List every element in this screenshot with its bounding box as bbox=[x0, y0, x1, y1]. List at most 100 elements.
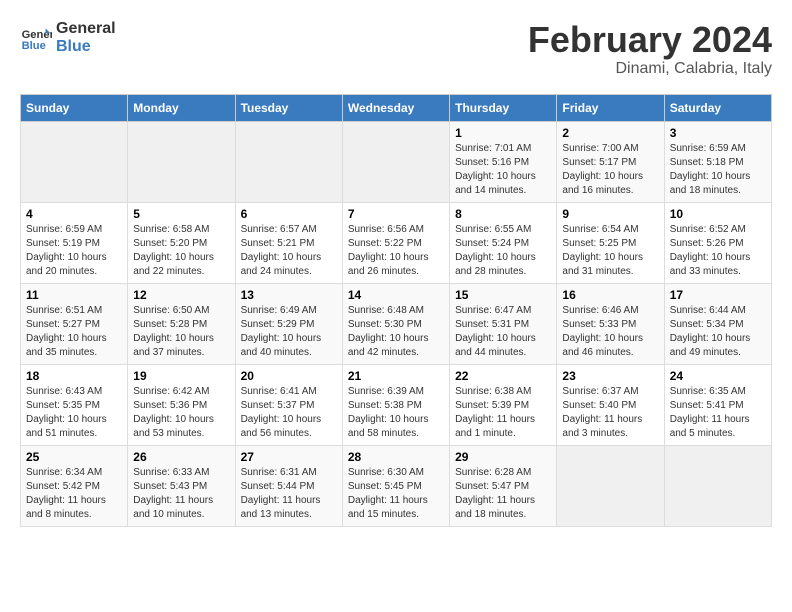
weekday-header-saturday: Saturday bbox=[664, 94, 771, 121]
calendar-cell: 6 Sunrise: 6:57 AM Sunset: 5:21 PM Daylig… bbox=[235, 202, 342, 283]
calendar-cell: 13Sunrise: 6:49 AM Sunset: 5:29 PM Dayli… bbox=[235, 283, 342, 364]
day-info: Sunrise: 6:28 AM Sunset: 5:47 PM Dayligh… bbox=[455, 466, 551, 522]
day-number: 16 bbox=[562, 288, 658, 302]
calendar-cell: 10Sunrise: 6:52 AM Sunset: 5:26 PM Dayli… bbox=[664, 202, 771, 283]
subtitle: Dinami, Calabria, Italy bbox=[528, 60, 772, 78]
day-number: 6 bbox=[241, 207, 337, 221]
day-info: Sunrise: 6:54 AM Sunset: 5:25 PM Dayligh… bbox=[562, 223, 658, 279]
logo-icon: General Blue bbox=[20, 22, 52, 54]
calendar-cell: 22 Sunrise: 6:38 AM Sunset: 5:39 PM Dayli… bbox=[450, 364, 557, 445]
calendar-cell: 26 Sunrise: 6:33 AM Sunset: 5:43 PM Dayli… bbox=[128, 445, 235, 526]
day-info: Sunrise: 7:00 AM Sunset: 5:17 PM Dayligh… bbox=[562, 142, 658, 198]
calendar-cell: 8 Sunrise: 6:55 AM Sunset: 5:24 PM Daylig… bbox=[450, 202, 557, 283]
calendar-body: 1 Sunrise: 7:01 AM Sunset: 5:16 PM Daylig… bbox=[21, 121, 772, 526]
day-number: 9 bbox=[562, 207, 658, 221]
calendar-week-4: 18 Sunrise: 6:43 AM Sunset: 5:35 PM Dayli… bbox=[21, 364, 772, 445]
day-info: Sunrise: 6:48 AM Sunset: 5:30 PM Dayligh… bbox=[348, 304, 444, 360]
day-number: 12 bbox=[133, 288, 229, 302]
calendar-table: SundayMondayTuesdayWednesdayThursdayFrid… bbox=[20, 94, 772, 527]
day-number: 24 bbox=[670, 369, 766, 383]
main-title: February 2024 bbox=[528, 20, 772, 60]
calendar-cell: 29 Sunrise: 6:28 AM Sunset: 5:47 PM Dayli… bbox=[450, 445, 557, 526]
calendar-cell bbox=[664, 445, 771, 526]
day-info: Sunrise: 6:44 AM Sunset: 5:34 PM Dayligh… bbox=[670, 304, 766, 360]
calendar-cell bbox=[235, 121, 342, 202]
day-number: 17 bbox=[670, 288, 766, 302]
day-number: 1 bbox=[455, 126, 551, 140]
day-number: 4 bbox=[26, 207, 122, 221]
logo-blue: Blue bbox=[56, 38, 116, 56]
calendar-cell: 19 Sunrise: 6:42 AM Sunset: 5:36 PM Dayli… bbox=[128, 364, 235, 445]
weekday-header-friday: Friday bbox=[557, 94, 664, 121]
day-number: 20 bbox=[241, 369, 337, 383]
title-block: February 2024 Dinami, Calabria, Italy bbox=[528, 20, 772, 78]
day-number: 11 bbox=[26, 288, 122, 302]
day-number: 27 bbox=[241, 450, 337, 464]
day-number: 13 bbox=[241, 288, 337, 302]
calendar-cell: 24 Sunrise: 6:35 AM Sunset: 5:41 PM Dayli… bbox=[664, 364, 771, 445]
calendar-cell: 2 Sunrise: 7:00 AM Sunset: 5:17 PM Daylig… bbox=[557, 121, 664, 202]
calendar-week-3: 11 Sunrise: 6:51 AM Sunset: 5:27 PM Dayli… bbox=[21, 283, 772, 364]
day-info: Sunrise: 6:35 AM Sunset: 5:41 PM Dayligh… bbox=[670, 385, 766, 441]
day-info: Sunrise: 6:57 AM Sunset: 5:21 PM Dayligh… bbox=[241, 223, 337, 279]
day-info: Sunrise: 6:31 AM Sunset: 5:44 PM Dayligh… bbox=[241, 466, 337, 522]
logo-general: General bbox=[56, 20, 116, 38]
day-info: Sunrise: 6:30 AM Sunset: 5:45 PM Dayligh… bbox=[348, 466, 444, 522]
calendar-cell: 18 Sunrise: 6:43 AM Sunset: 5:35 PM Dayli… bbox=[21, 364, 128, 445]
day-number: 14 bbox=[348, 288, 444, 302]
day-number: 3 bbox=[670, 126, 766, 140]
day-number: 18 bbox=[26, 369, 122, 383]
weekday-header-tuesday: Tuesday bbox=[235, 94, 342, 121]
calendar-cell: 25 Sunrise: 6:34 AM Sunset: 5:42 PM Dayli… bbox=[21, 445, 128, 526]
day-number: 22 bbox=[455, 369, 551, 383]
day-number: 19 bbox=[133, 369, 229, 383]
calendar-cell: 27 Sunrise: 6:31 AM Sunset: 5:44 PM Dayli… bbox=[235, 445, 342, 526]
day-info: Sunrise: 7:01 AM Sunset: 5:16 PM Dayligh… bbox=[455, 142, 551, 198]
day-number: 21 bbox=[348, 369, 444, 383]
day-number: 23 bbox=[562, 369, 658, 383]
day-info: Sunrise: 6:46 AM Sunset: 5:33 PM Dayligh… bbox=[562, 304, 658, 360]
day-info: Sunrise: 6:33 AM Sunset: 5:43 PM Dayligh… bbox=[133, 466, 229, 522]
calendar-cell: 1 Sunrise: 7:01 AM Sunset: 5:16 PM Daylig… bbox=[450, 121, 557, 202]
day-number: 28 bbox=[348, 450, 444, 464]
weekday-header-sunday: Sunday bbox=[21, 94, 128, 121]
calendar-week-5: 25 Sunrise: 6:34 AM Sunset: 5:42 PM Dayli… bbox=[21, 445, 772, 526]
day-number: 29 bbox=[455, 450, 551, 464]
calendar-week-1: 1 Sunrise: 7:01 AM Sunset: 5:16 PM Daylig… bbox=[21, 121, 772, 202]
calendar-cell: 23 Sunrise: 6:37 AM Sunset: 5:40 PM Dayli… bbox=[557, 364, 664, 445]
day-info: Sunrise: 6:56 AM Sunset: 5:22 PM Dayligh… bbox=[348, 223, 444, 279]
day-info: Sunrise: 6:55 AM Sunset: 5:24 PM Dayligh… bbox=[455, 223, 551, 279]
day-info: Sunrise: 6:47 AM Sunset: 5:31 PM Dayligh… bbox=[455, 304, 551, 360]
calendar-week-2: 4 Sunrise: 6:59 AM Sunset: 5:19 PM Daylig… bbox=[21, 202, 772, 283]
calendar-cell: 21Sunrise: 6:39 AM Sunset: 5:38 PM Dayli… bbox=[342, 364, 449, 445]
calendar-cell: 15 Sunrise: 6:47 AM Sunset: 5:31 PM Dayli… bbox=[450, 283, 557, 364]
day-info: Sunrise: 6:34 AM Sunset: 5:42 PM Dayligh… bbox=[26, 466, 122, 522]
day-number: 2 bbox=[562, 126, 658, 140]
svg-text:Blue: Blue bbox=[22, 40, 46, 52]
day-info: Sunrise: 6:59 AM Sunset: 5:19 PM Dayligh… bbox=[26, 223, 122, 279]
weekday-header-row: SundayMondayTuesdayWednesdayThursdayFrid… bbox=[21, 94, 772, 121]
calendar-cell: 28 Sunrise: 6:30 AM Sunset: 5:45 PM Dayli… bbox=[342, 445, 449, 526]
calendar-cell: 14 Sunrise: 6:48 AM Sunset: 5:30 PM Dayli… bbox=[342, 283, 449, 364]
day-info: Sunrise: 6:51 AM Sunset: 5:27 PM Dayligh… bbox=[26, 304, 122, 360]
day-number: 26 bbox=[133, 450, 229, 464]
calendar-cell: 16 Sunrise: 6:46 AM Sunset: 5:33 PM Dayli… bbox=[557, 283, 664, 364]
weekday-header-wednesday: Wednesday bbox=[342, 94, 449, 121]
day-number: 25 bbox=[26, 450, 122, 464]
day-number: 10 bbox=[670, 207, 766, 221]
day-info: Sunrise: 6:59 AM Sunset: 5:18 PM Dayligh… bbox=[670, 142, 766, 198]
day-info: Sunrise: 6:42 AM Sunset: 5:36 PM Dayligh… bbox=[133, 385, 229, 441]
page-header: General Blue General Blue February 2024 … bbox=[20, 20, 772, 78]
day-info: Sunrise: 6:43 AM Sunset: 5:35 PM Dayligh… bbox=[26, 385, 122, 441]
calendar-cell bbox=[557, 445, 664, 526]
day-number: 7 bbox=[348, 207, 444, 221]
day-info: Sunrise: 6:37 AM Sunset: 5:40 PM Dayligh… bbox=[562, 385, 658, 441]
calendar-cell: 3 Sunrise: 6:59 AM Sunset: 5:18 PM Daylig… bbox=[664, 121, 771, 202]
calendar-cell bbox=[21, 121, 128, 202]
calendar-cell: 7 Sunrise: 6:56 AM Sunset: 5:22 PM Daylig… bbox=[342, 202, 449, 283]
day-number: 15 bbox=[455, 288, 551, 302]
weekday-header-thursday: Thursday bbox=[450, 94, 557, 121]
day-info: Sunrise: 6:38 AM Sunset: 5:39 PM Dayligh… bbox=[455, 385, 551, 441]
day-number: 8 bbox=[455, 207, 551, 221]
calendar-cell: 17 Sunrise: 6:44 AM Sunset: 5:34 PM Dayli… bbox=[664, 283, 771, 364]
